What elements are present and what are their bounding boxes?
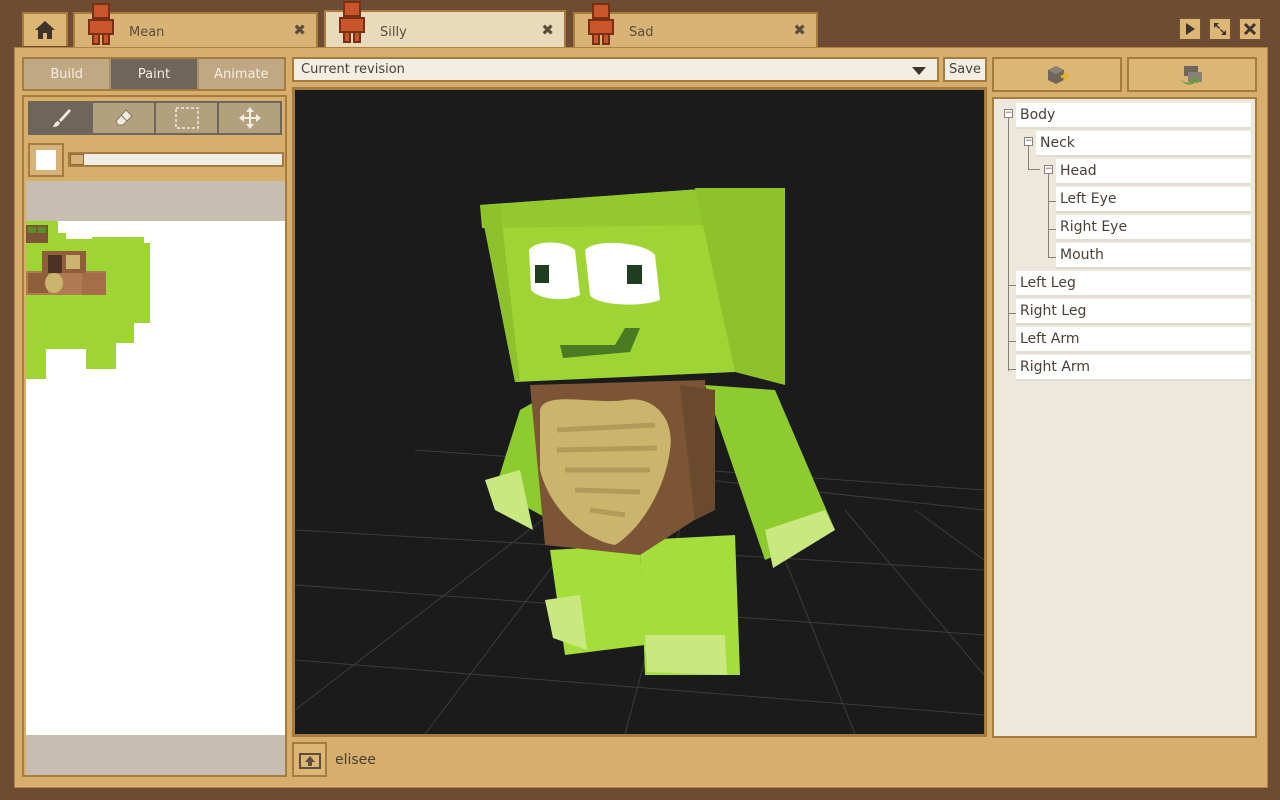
paint-tools <box>28 101 282 135</box>
tree-node-label: Head <box>1060 163 1097 179</box>
texture-canvas[interactable] <box>26 221 285 735</box>
character-icon <box>85 2 117 50</box>
node-tree: − − − Body Neck Head Left Eye Right Eye … <box>992 97 1257 738</box>
move-tool-button[interactable] <box>219 103 280 133</box>
character-icon <box>585 2 617 50</box>
mode-paint-button[interactable]: Paint <box>111 59 199 89</box>
select-rect-icon <box>174 107 199 129</box>
tree-node-label: Left Arm <box>1020 331 1080 347</box>
tab-label: Sad <box>629 25 654 40</box>
username: elisee <box>335 752 376 768</box>
tree-node-label: Right Eye <box>1060 219 1128 235</box>
paint-panel <box>22 95 287 777</box>
run-button[interactable] <box>1178 17 1202 41</box>
tree-node-head[interactable]: Head <box>1056 159 1251 185</box>
collapse-icon[interactable]: − <box>1004 109 1013 118</box>
tree-node-left-eye[interactable]: Left Eye <box>1056 187 1251 213</box>
tree-node-left-arm[interactable]: Left Arm <box>1016 327 1251 353</box>
tree-node-label: Left Leg <box>1020 275 1076 291</box>
tree-node-right-eye[interactable]: Right Eye <box>1056 215 1251 241</box>
fullscreen-button[interactable] <box>1208 17 1232 41</box>
tree-node-body[interactable]: Body <box>1016 103 1251 129</box>
tree-node-mouth[interactable]: Mouth <box>1056 243 1251 269</box>
home-button[interactable] <box>22 12 68 46</box>
character-icon <box>336 0 368 48</box>
mode-build-button[interactable]: Build <box>24 59 112 89</box>
select-tool-button[interactable] <box>156 103 219 133</box>
tree-node-left-leg[interactable]: Left Leg <box>1016 271 1251 297</box>
close-icon[interactable]: ✖ <box>541 23 554 38</box>
slider-thumb[interactable] <box>70 154 84 165</box>
close-icon <box>1243 22 1257 36</box>
close-icon[interactable]: ✖ <box>293 23 306 38</box>
home-icon <box>35 21 55 39</box>
tab-mean[interactable]: Mean ✖ <box>73 3 318 47</box>
upload-button[interactable] <box>292 742 327 777</box>
collapse-icon[interactable]: − <box>1044 165 1053 174</box>
tree-node-label: Neck <box>1040 135 1075 151</box>
collapse-icon[interactable]: − <box>1024 137 1033 146</box>
node-reparent-icon <box>1180 65 1202 85</box>
tree-node-label: Right Arm <box>1020 359 1091 375</box>
chevron-down-icon <box>912 67 926 75</box>
close-window-button[interactable] <box>1238 17 1262 41</box>
save-button[interactable]: Save <box>943 57 987 82</box>
color-picker[interactable] <box>28 143 64 177</box>
texture-header <box>26 181 285 221</box>
tree-node-right-leg[interactable]: Right Leg <box>1016 299 1251 325</box>
upload-icon <box>298 752 321 769</box>
brush-size-slider[interactable] <box>68 152 284 167</box>
move-icon <box>238 107 261 129</box>
tab-label: Silly <box>380 25 407 40</box>
play-icon <box>1186 23 1195 35</box>
mode-animate-button[interactable]: Animate <box>198 59 284 89</box>
tree-node-neck[interactable]: Neck <box>1036 131 1251 157</box>
tab-silly[interactable]: Silly ✖ <box>324 1 566 49</box>
revision-label: Current revision <box>301 62 405 77</box>
eraser-icon <box>114 109 133 126</box>
tree-node-right-arm[interactable]: Right Arm <box>1016 355 1251 381</box>
brush-icon <box>52 109 71 127</box>
3d-viewport[interactable] <box>292 87 987 737</box>
tab-sad[interactable]: Sad ✖ <box>573 3 818 47</box>
tree-node-label: Mouth <box>1060 247 1104 263</box>
add-cube-icon <box>1048 65 1069 84</box>
mode-selector: Build Paint Animate <box>22 57 286 91</box>
tree-node-label: Body <box>1020 107 1056 123</box>
tree-node-label: Left Eye <box>1060 191 1117 207</box>
tree-node-label: Right Leg <box>1020 303 1087 319</box>
add-node-button[interactable] <box>992 57 1122 92</box>
revision-dropdown[interactable]: Current revision <box>292 57 939 82</box>
brush-tool-button[interactable] <box>30 103 93 133</box>
current-color-swatch <box>36 150 56 170</box>
close-icon[interactable]: ✖ <box>793 23 806 38</box>
texture-map <box>26 221 150 379</box>
eraser-tool-button[interactable] <box>93 103 156 133</box>
texture-footer <box>26 735 285 775</box>
move-node-button[interactable] <box>1127 57 1257 92</box>
expand-icon <box>1214 23 1226 35</box>
tab-label: Mean <box>129 25 165 40</box>
